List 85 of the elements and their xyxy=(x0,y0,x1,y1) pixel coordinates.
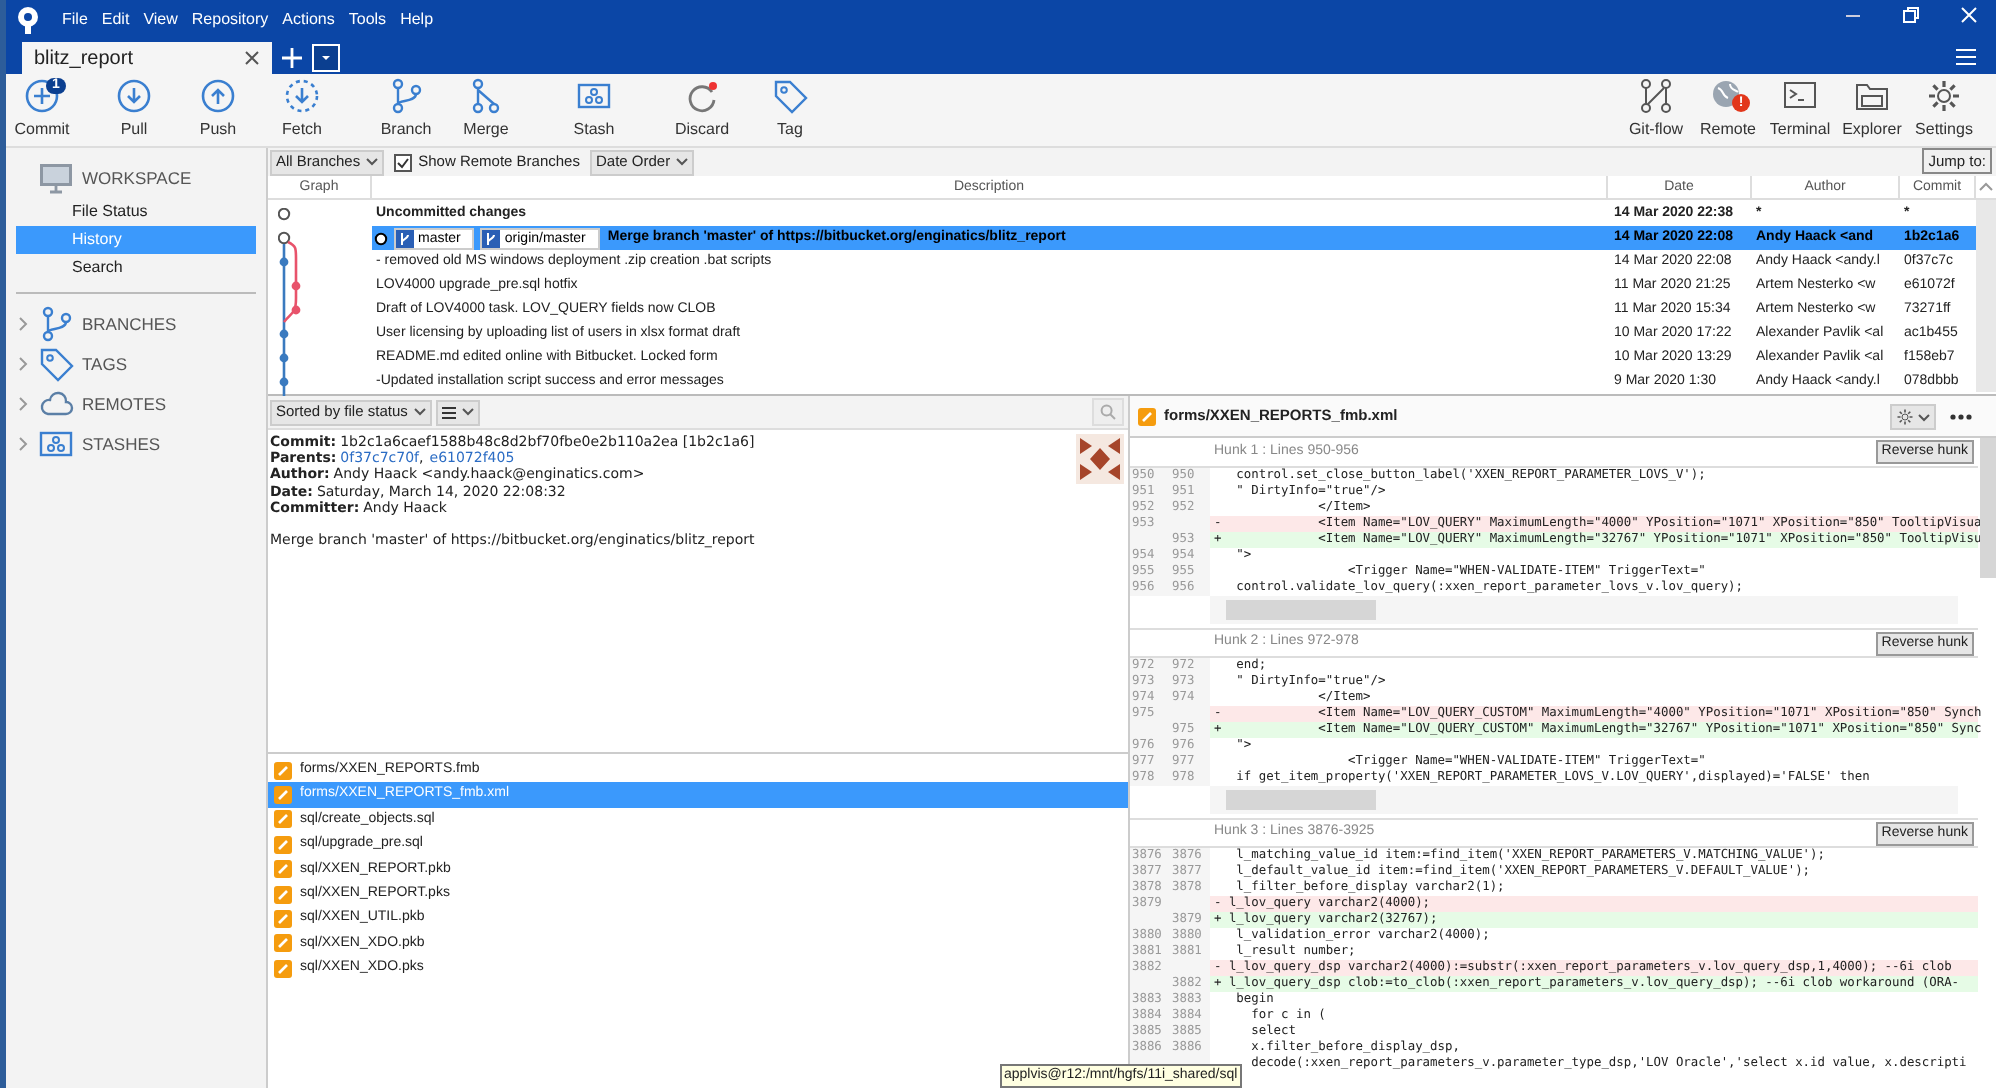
modified-file-icon xyxy=(274,910,292,929)
menu-item[interactable]: Actions xyxy=(282,8,335,32)
modified-file-icon xyxy=(274,860,292,879)
sidebar-item[interactable]: Search xyxy=(16,254,256,282)
branch-icon xyxy=(482,229,501,247)
modified-file-icon xyxy=(1138,407,1156,425)
down-arrow-circle-icon xyxy=(116,78,152,114)
toolbar-button[interactable]: Push xyxy=(182,76,254,144)
chevron-down-icon xyxy=(1918,413,1930,421)
toolbar-button[interactable]: Explorer xyxy=(1836,76,1908,144)
chevron-down-icon xyxy=(461,408,474,416)
close-icon xyxy=(1960,6,1978,24)
tag-icon xyxy=(38,346,74,382)
toolbar-button[interactable]: Pull xyxy=(98,76,170,144)
commit-dot-icon xyxy=(374,231,388,245)
menu-item[interactable]: Edit xyxy=(101,8,130,32)
horizontal-scrollbar[interactable] xyxy=(1210,786,1958,814)
up-arrow-circle-icon xyxy=(200,78,236,114)
modified-file-icon xyxy=(274,835,292,854)
modified-file-icon xyxy=(274,786,292,805)
list-icon xyxy=(441,405,456,419)
sidebar-section[interactable]: STASHES xyxy=(6,424,266,464)
vertical-scrollbar[interactable] xyxy=(1976,200,1996,392)
menu-icon xyxy=(1956,48,1976,66)
toolbar-button[interactable]: Stash xyxy=(558,76,630,144)
settings-icon xyxy=(1896,408,1914,426)
vertical-scrollbar[interactable] xyxy=(1980,438,1996,578)
sidebar-item[interactable]: File Status xyxy=(16,198,256,226)
sidebar-section[interactable]: BRANCHES xyxy=(6,304,266,344)
chevron-right-icon xyxy=(18,436,30,452)
toolbar-button[interactable]: Fetch xyxy=(266,76,338,144)
toolbar-button[interactable]: Tag xyxy=(754,76,826,144)
menu-item[interactable]: Help xyxy=(400,8,434,32)
repository-tab[interactable]: blitz_report xyxy=(22,42,272,74)
toolbar-button[interactable]: Merge xyxy=(450,76,522,144)
chevron-right-icon xyxy=(18,396,30,412)
branch-icon xyxy=(396,229,414,247)
toolbar-button[interactable]: Branch xyxy=(370,76,442,144)
menu-item[interactable]: View xyxy=(143,8,178,32)
sidebar-section[interactable]: REMOTES xyxy=(6,384,266,424)
chevron-right-icon xyxy=(18,356,30,372)
dashed-down-arrow-circle-icon xyxy=(284,78,320,114)
horizontal-scrollbar[interactable] xyxy=(1210,596,1958,624)
more-options-icon xyxy=(1950,414,1972,420)
toolbar-button[interactable]: Git-flow xyxy=(1620,76,1692,144)
discard-icon xyxy=(684,78,720,114)
settings-icon xyxy=(1926,78,1962,114)
monitor-icon xyxy=(38,160,74,196)
stash-box-icon xyxy=(38,426,74,462)
tab-label: blitz_report xyxy=(34,45,133,73)
modified-file-icon xyxy=(274,810,292,829)
toolbar-button[interactable]: Terminal xyxy=(1764,76,1836,144)
search-button[interactable] xyxy=(1092,398,1124,426)
sidebar-section[interactable]: WORKSPACE xyxy=(6,158,266,198)
sidebar-section[interactable]: TAGS xyxy=(6,344,266,384)
terminal-icon xyxy=(1782,78,1818,114)
chevron-down-icon xyxy=(676,158,689,166)
chevron-down-icon xyxy=(366,158,379,166)
stash-box-icon xyxy=(576,78,612,114)
toolbar-button[interactable]: Settings xyxy=(1908,76,1980,144)
menu-item[interactable]: Repository xyxy=(191,8,269,32)
menu-item[interactable]: File xyxy=(62,8,88,32)
modified-file-icon xyxy=(274,761,292,780)
search-icon xyxy=(1100,404,1116,420)
tag-icon xyxy=(772,78,808,114)
folder-icon xyxy=(1854,78,1890,114)
dropdown-icon xyxy=(312,44,340,72)
git-flow-icon xyxy=(1638,78,1674,114)
menu-item[interactable]: Tools xyxy=(348,8,387,32)
merge-icon xyxy=(468,78,504,114)
restore-icon xyxy=(1902,6,1920,24)
settings-dropdown[interactable] xyxy=(1890,404,1936,430)
close-icon xyxy=(244,50,260,66)
modified-file-icon xyxy=(274,959,292,978)
chevron-right-icon xyxy=(18,316,30,332)
plus-circle-icon xyxy=(24,78,60,114)
identicon-drawing xyxy=(1076,434,1124,484)
toolbar-button[interactable]: Discard xyxy=(666,76,738,144)
modified-file-icon xyxy=(274,934,292,953)
view-mode-dropdown[interactable] xyxy=(435,399,480,425)
branch-icon xyxy=(388,78,424,114)
modified-file-icon xyxy=(274,885,292,904)
chevron-down-icon xyxy=(413,408,426,416)
branch-icon xyxy=(38,306,74,342)
app-logo-icon xyxy=(16,6,40,34)
